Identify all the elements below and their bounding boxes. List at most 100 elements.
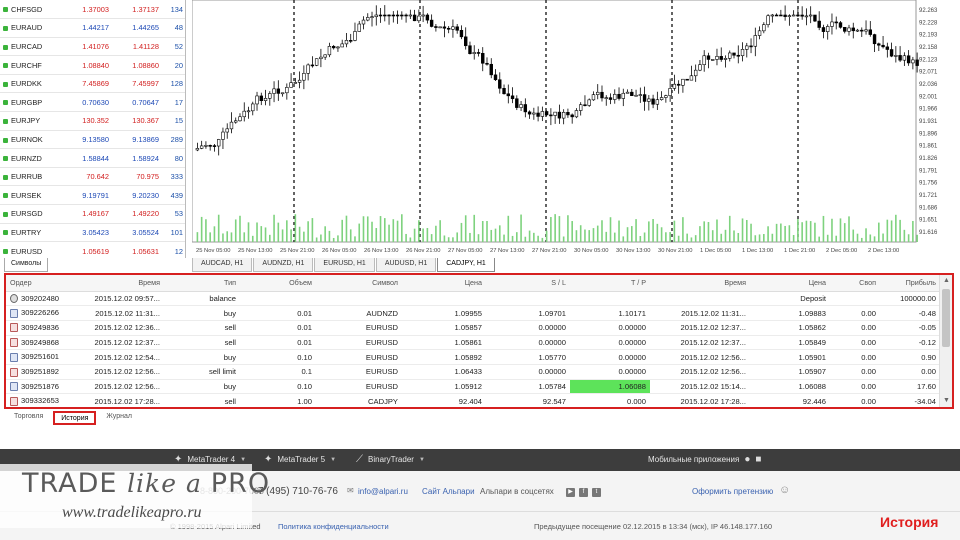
history-swap: 0.00 xyxy=(830,305,880,321)
symbol-status-icon xyxy=(3,63,8,69)
history-scrollbar[interactable]: ▲ ▼ xyxy=(939,275,952,407)
binary-icon: ⟋ xyxy=(356,454,363,465)
history-column-header[interactable]: Цена xyxy=(750,275,830,292)
history-column-header[interactable]: T / P xyxy=(570,275,650,292)
watchlist-row[interactable]: EURCAD 1.41076 1.41128 52 xyxy=(0,37,185,57)
watchlist-row[interactable]: CHFSGD 1.37003 1.37137 134 xyxy=(0,0,185,20)
history-column-header[interactable]: Цена xyxy=(402,275,486,292)
candle-body xyxy=(745,45,749,50)
candlestick-chart[interactable]: 92.263 92.228 92.193 92.158 92.123 92.071 92.0… xyxy=(192,0,944,258)
youtube-icon[interactable]: ▶ xyxy=(566,488,575,497)
binarytrader-label: BinaryTrader xyxy=(368,455,414,464)
volume-bar xyxy=(797,219,799,242)
volume-bar xyxy=(648,221,650,242)
watchlist-row[interactable]: EURCHF 1.08840 1.08860 20 xyxy=(0,55,185,75)
watchlist-spread: 53 xyxy=(162,204,185,224)
candle-body xyxy=(617,93,621,99)
time-tick-label: 27 Nov 21:00 xyxy=(532,248,566,254)
candle-body xyxy=(421,14,425,17)
history-sl: 0.00000 xyxy=(486,335,570,351)
history-row[interactable]: 309251876 2015.12.02 12:56... buy 0.10 EURUS… xyxy=(6,379,940,395)
candle-body xyxy=(519,104,523,108)
symbol-label: EURDKK xyxy=(11,79,42,89)
scroll-up-icon[interactable]: ▲ xyxy=(940,275,952,287)
watchlist-bid: 3.05423 xyxy=(62,223,112,243)
candle-body xyxy=(276,88,281,94)
chart-tab[interactable]: EURUSD, H1 xyxy=(314,258,375,272)
candle-body xyxy=(847,27,851,32)
candle-body xyxy=(502,88,506,95)
history-row[interactable]: 309251892 2015.12.02 12:56... sell limit 0.… xyxy=(6,364,940,380)
facebook-icon[interactable]: f xyxy=(579,488,588,497)
price-chart[interactable]: 92.263 92.228 92.193 92.158 92.123 92.071 92.0… xyxy=(192,0,944,258)
watchlist-row[interactable]: EURUSD 1.05619 1.05631 12 xyxy=(0,241,185,258)
scroll-thumb[interactable] xyxy=(942,289,950,347)
history-column-header[interactable]: Объем xyxy=(240,275,316,292)
order-number: 309249868 xyxy=(21,337,60,347)
history-column-header[interactable]: Время xyxy=(650,275,750,292)
history-row[interactable]: 309332653 2015.12.02 17:28... sell 1.00 CADJ… xyxy=(6,393,940,407)
order-icon xyxy=(10,382,18,392)
history-column-header[interactable]: Время xyxy=(86,275,164,292)
time-tick-label: 25 Nov 05:00 xyxy=(196,248,230,254)
history-row[interactable]: 309249868 2015.12.02 12:37... sell 0.01 EURU… xyxy=(6,335,940,351)
mobile-apps-menu[interactable]: Мобильные приложения ● ■ xyxy=(648,454,761,465)
volume-bar xyxy=(826,234,829,242)
candle-body xyxy=(574,110,579,118)
watchlist-row[interactable]: EURRUB 70.642 70.975 333 xyxy=(0,167,185,187)
history-close-time xyxy=(650,291,750,307)
watchlist-row[interactable]: EURJPY 130.352 130.367 15 xyxy=(0,111,185,131)
order-number: 309251601 xyxy=(21,352,60,362)
history-column-header[interactable]: Ордер xyxy=(6,275,86,292)
history-profit: 17.60 xyxy=(880,379,940,395)
history-column-header[interactable]: Символ xyxy=(316,275,402,292)
history-sl: 92.547 xyxy=(486,393,570,407)
twitter-icon[interactable]: t xyxy=(592,488,601,497)
watchlist-row[interactable]: EURAUD 1.44217 1.44265 48 xyxy=(0,18,185,38)
symbol-status-icon xyxy=(3,25,8,31)
watchlist-row[interactable]: EURTRY 3.05423 3.05524 101 xyxy=(0,223,185,243)
history-volume: 0.10 xyxy=(240,379,316,395)
binarytrader-menu[interactable]: ⟋ BinaryTrader ▼ xyxy=(356,454,425,465)
history-row[interactable]: 309249836 2015.12.02 12:36... sell 0.01 EURU… xyxy=(6,320,940,336)
candle-body xyxy=(464,36,468,47)
watchlist-row[interactable]: EURGBP 0.70630 0.70647 17 xyxy=(0,92,185,113)
email-link[interactable]: info@alpari.ru xyxy=(358,487,408,496)
chart-tab[interactable]: AUDNZD, H1 xyxy=(253,258,314,272)
history-price: 1.09955 xyxy=(402,305,486,321)
volume-bar xyxy=(626,227,629,242)
candle-body xyxy=(353,31,357,41)
watchlist-row[interactable]: EURSEK 9.19791 9.20230 439 xyxy=(0,185,185,206)
candle-body xyxy=(902,55,907,61)
terminal-tab[interactable]: История xyxy=(53,411,97,425)
history-column-header[interactable]: Своп xyxy=(830,275,880,292)
chart-tab[interactable]: CADJPY, H1 xyxy=(437,258,495,272)
tradelikeapro-watermark: TRADE like a PRO www.tradelikeapro.ru xyxy=(0,464,269,528)
history-column-header[interactable]: Тип xyxy=(164,275,240,292)
watchlist-row[interactable]: EURDKK 7.45869 7.45997 128 xyxy=(0,74,185,94)
chart-tab[interactable]: AUDCAD, H1 xyxy=(192,258,253,272)
candle-body xyxy=(566,112,570,116)
history-column-header[interactable]: S / L xyxy=(486,275,570,292)
watchlist-row[interactable]: EURNOK 9.13580 9.13869 289 xyxy=(0,130,185,150)
mt5-menu[interactable]: ✦ MetaTrader 5 ▼ xyxy=(264,454,336,465)
history-row[interactable]: 309202480 2015.12.02 09:57... balance Depos… xyxy=(6,291,940,307)
volume-bar xyxy=(822,215,825,242)
history-column-header[interactable]: Прибыль xyxy=(880,275,940,292)
terminal-tab[interactable]: Журнал xyxy=(100,411,138,425)
watchlist-bid: 1.49167 xyxy=(62,204,112,224)
volume-bar xyxy=(575,230,578,242)
site-link[interactable]: Сайт Альпари xyxy=(422,487,475,496)
watchlist-row[interactable]: EURSGD 1.49167 1.49220 53 xyxy=(0,204,185,224)
privacy-link[interactable]: Политика конфиденциальности xyxy=(278,522,389,531)
watchlist-row[interactable]: EURNZD 1.58844 1.58924 80 xyxy=(0,148,185,168)
scroll-down-icon[interactable]: ▼ xyxy=(940,395,952,407)
history-row[interactable]: 309251601 2015.12.02 12:54... buy 0.10 EURUS… xyxy=(6,349,940,365)
chart-tab[interactable]: AUDUSD, H1 xyxy=(375,258,437,272)
volume-bar xyxy=(286,220,288,242)
tab-symbols[interactable]: Символы xyxy=(4,258,49,272)
history-row[interactable]: 309226266 2015.12.02 11:31... buy 0.01 AUDNZ… xyxy=(6,305,940,321)
complaint-link[interactable]: Оформить претензию xyxy=(692,487,773,496)
history-price: 92.404 xyxy=(402,393,486,407)
terminal-tab[interactable]: Торговля xyxy=(8,411,49,425)
